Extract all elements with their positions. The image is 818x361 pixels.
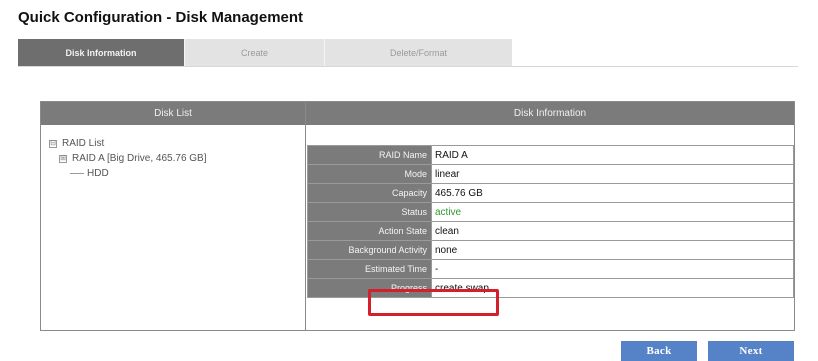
row-label: Capacity bbox=[307, 183, 432, 203]
tree-node-raid-list[interactable]: ⊟ RAID List bbox=[49, 136, 207, 151]
row-label: Estimated Time bbox=[307, 259, 432, 279]
disk-information-table: RAID Name RAID A Mode linear Capacity 46… bbox=[307, 145, 794, 298]
table-row: Action State clean bbox=[307, 221, 794, 241]
back-button[interactable]: Back bbox=[621, 341, 697, 361]
table-row: Capacity 465.76 GB bbox=[307, 183, 794, 203]
row-value: - bbox=[431, 259, 794, 279]
tree-node-label[interactable]: HDD bbox=[87, 168, 109, 179]
row-value: none bbox=[431, 240, 794, 260]
tree-node-raid-a[interactable]: ⊞ RAID A [Big Drive, 465.76 GB] bbox=[49, 151, 207, 166]
tree-connector-line bbox=[70, 173, 84, 174]
tab-delete-format[interactable]: Delete/Format bbox=[324, 39, 512, 66]
disk-management-panel: Disk List Disk Information ⊟ RAID List ⊞… bbox=[40, 101, 795, 331]
table-row: Status active bbox=[307, 202, 794, 222]
table-row: Mode linear bbox=[307, 164, 794, 184]
tree-node-label[interactable]: RAID A [Big Drive, 465.76 GB] bbox=[72, 153, 207, 164]
tree-node-hdd[interactable]: HDD bbox=[49, 166, 207, 181]
panel-divider bbox=[305, 102, 306, 330]
row-value: RAID A bbox=[431, 145, 794, 165]
tree-node-label[interactable]: RAID List bbox=[62, 138, 104, 149]
page-title: Quick Configuration - Disk Management bbox=[18, 9, 304, 26]
next-button[interactable]: Next bbox=[708, 341, 794, 361]
table-row: Progress create swap bbox=[307, 278, 794, 298]
collapse-icon[interactable]: ⊟ bbox=[49, 139, 57, 148]
row-value: linear bbox=[431, 164, 794, 184]
progress-value: create swap bbox=[431, 278, 794, 298]
table-row: Estimated Time - bbox=[307, 259, 794, 279]
tab-create[interactable]: Create bbox=[184, 39, 324, 66]
table-row: RAID Name RAID A bbox=[307, 145, 794, 165]
row-label: Progress bbox=[307, 278, 432, 298]
row-label: Mode bbox=[307, 164, 432, 184]
tab-disk-information[interactable]: Disk Information bbox=[18, 39, 184, 66]
disk-list-heading: Disk List bbox=[41, 102, 305, 125]
row-label: RAID Name bbox=[307, 145, 432, 165]
row-label: Status bbox=[307, 202, 432, 222]
row-label: Action State bbox=[307, 221, 432, 241]
row-value: 465.76 GB bbox=[431, 183, 794, 203]
expand-icon[interactable]: ⊞ bbox=[59, 154, 67, 163]
disk-information-heading: Disk Information bbox=[306, 102, 794, 125]
table-row: Background Activity none bbox=[307, 240, 794, 260]
row-value: clean bbox=[431, 221, 794, 241]
status-value: active bbox=[431, 202, 794, 222]
tab-bar: Disk Information Create Delete/Format bbox=[18, 39, 512, 66]
tab-content-divider bbox=[18, 66, 798, 67]
row-label: Background Activity bbox=[307, 240, 432, 260]
disk-tree: ⊟ RAID List ⊞ RAID A [Big Drive, 465.76 … bbox=[49, 136, 207, 181]
